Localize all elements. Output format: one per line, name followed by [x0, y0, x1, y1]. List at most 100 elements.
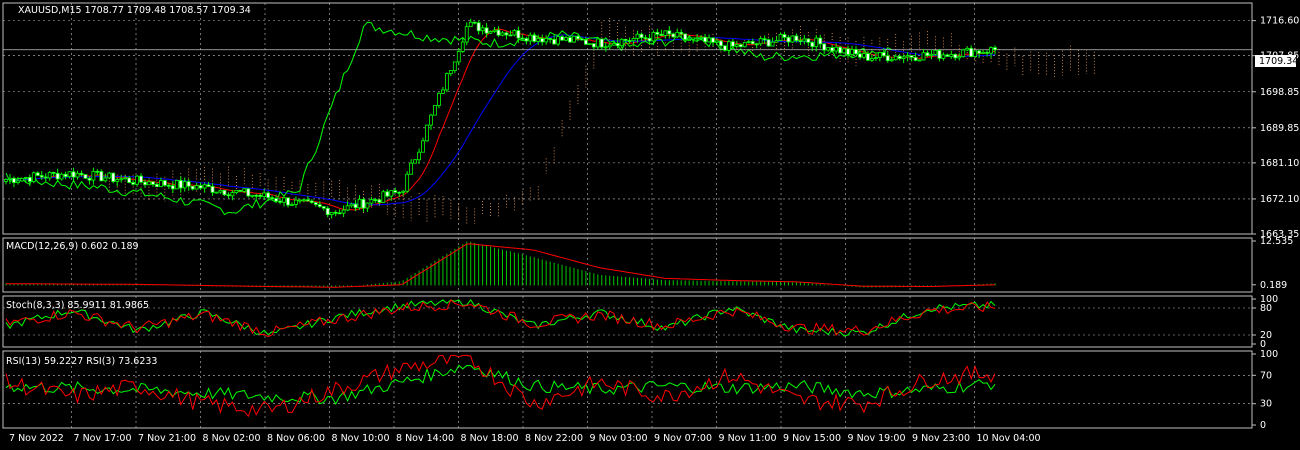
candle-body[interactable] [508, 34, 513, 37]
candle-body[interactable] [862, 53, 866, 58]
candle-body[interactable] [214, 191, 219, 194]
candle-body[interactable] [349, 203, 354, 207]
candle-body[interactable] [127, 177, 132, 183]
candle-body[interactable] [663, 30, 668, 36]
candle-body[interactable] [206, 184, 211, 187]
candle-body[interactable] [480, 27, 485, 32]
candle-body[interactable] [711, 37, 715, 43]
candle-body[interactable] [405, 173, 410, 192]
candle-body[interactable] [873, 57, 878, 59]
candle-body[interactable] [456, 51, 461, 63]
candle-body[interactable] [540, 38, 545, 43]
candle-body[interactable] [703, 36, 707, 43]
candle-body[interactable] [512, 30, 517, 36]
candle-body[interactable] [929, 53, 934, 56]
candle-body[interactable] [301, 199, 306, 202]
candle-body[interactable] [170, 185, 175, 190]
candle-body[interactable] [580, 38, 584, 41]
candle-body[interactable] [234, 189, 239, 193]
candle-body[interactable] [973, 50, 978, 57]
candle-body[interactable] [786, 36, 791, 43]
candle-body[interactable] [433, 105, 437, 116]
candle-body[interactable] [782, 34, 787, 38]
candle-body[interactable] [353, 203, 358, 209]
candle-body[interactable] [357, 198, 362, 209]
candle-body[interactable] [238, 189, 243, 192]
candle-body[interactable] [750, 41, 755, 45]
candle-body[interactable] [897, 55, 902, 59]
candle-body[interactable] [27, 177, 32, 182]
candle-body[interactable] [683, 33, 688, 40]
candle-body[interactable] [941, 54, 946, 59]
candle-body[interactable] [921, 52, 926, 61]
candle-body[interactable] [321, 206, 326, 209]
candle-body[interactable] [595, 38, 600, 48]
candle-body[interactable] [842, 48, 846, 54]
candle-body[interactable] [377, 199, 382, 203]
candle-body[interactable] [520, 37, 525, 40]
candle-body[interactable] [576, 35, 580, 40]
candle-body[interactable] [532, 34, 537, 42]
candle-body[interactable] [290, 204, 294, 206]
candle-body[interactable] [4, 179, 8, 182]
candle-body[interactable] [12, 177, 16, 183]
candle-body[interactable] [155, 184, 159, 188]
candle-body[interactable] [123, 177, 128, 180]
candle-body[interactable] [850, 49, 854, 55]
candle-body[interactable] [937, 50, 942, 59]
candle-body[interactable] [75, 172, 80, 178]
candle-body[interactable] [838, 46, 842, 54]
candle-body[interactable] [135, 175, 139, 185]
candle-body[interactable] [913, 56, 918, 61]
candle-body[interactable] [131, 182, 136, 185]
candle-body[interactable] [333, 211, 338, 214]
candle-body[interactable] [16, 180, 20, 183]
candle-body[interactable] [270, 197, 275, 200]
candle-body[interactable] [99, 171, 104, 182]
candle-body[interactable] [79, 172, 84, 175]
candle-body[interactable] [389, 190, 394, 197]
candle-body[interactable] [977, 50, 982, 54]
candle-body[interactable] [107, 172, 112, 179]
candle-body[interactable] [877, 52, 882, 58]
candle-body[interactable] [635, 33, 640, 39]
candle-body[interactable] [504, 32, 509, 36]
candle-body[interactable] [166, 184, 171, 187]
candle-body[interactable] [500, 32, 505, 36]
candle-body[interactable] [881, 52, 886, 57]
candle-body[interactable] [278, 200, 282, 203]
candle-body[interactable] [647, 37, 652, 42]
candle-body[interactable] [182, 181, 187, 189]
candle-body[interactable] [917, 59, 922, 62]
candle-body[interactable] [47, 171, 52, 179]
candle-body[interactable] [242, 188, 247, 192]
candle-body[interactable] [496, 29, 501, 36]
candle-body[interactable] [814, 37, 819, 48]
candle-body[interactable] [667, 30, 672, 35]
candle-body[interactable] [889, 59, 894, 62]
candle-body[interactable] [607, 44, 612, 48]
candle-body[interactable] [858, 53, 862, 58]
candle-body[interactable] [869, 58, 874, 61]
candle-body[interactable] [186, 181, 191, 187]
candle-body[interactable] [639, 33, 644, 39]
candle-body[interactable] [425, 124, 429, 142]
candle-body[interactable] [484, 27, 489, 34]
candle-body[interactable] [611, 42, 616, 46]
candle-body[interactable] [643, 37, 648, 40]
candle-body[interactable] [162, 180, 167, 186]
candle-body[interactable] [159, 180, 163, 188]
candle-body[interactable] [730, 41, 735, 47]
candle-body[interactable] [397, 191, 402, 194]
candle-body[interactable] [945, 54, 950, 57]
candle-body[interactable] [925, 52, 930, 56]
candle-body[interactable] [615, 42, 620, 47]
candle-body[interactable] [437, 92, 441, 106]
candle-body[interactable] [528, 34, 533, 42]
candle-body[interactable] [492, 29, 497, 32]
candle-body[interactable] [798, 40, 803, 43]
candle-body[interactable] [591, 43, 596, 48]
candle-body[interactable] [190, 185, 195, 190]
candle-body[interactable] [329, 211, 334, 216]
candle-body[interactable] [460, 41, 465, 52]
